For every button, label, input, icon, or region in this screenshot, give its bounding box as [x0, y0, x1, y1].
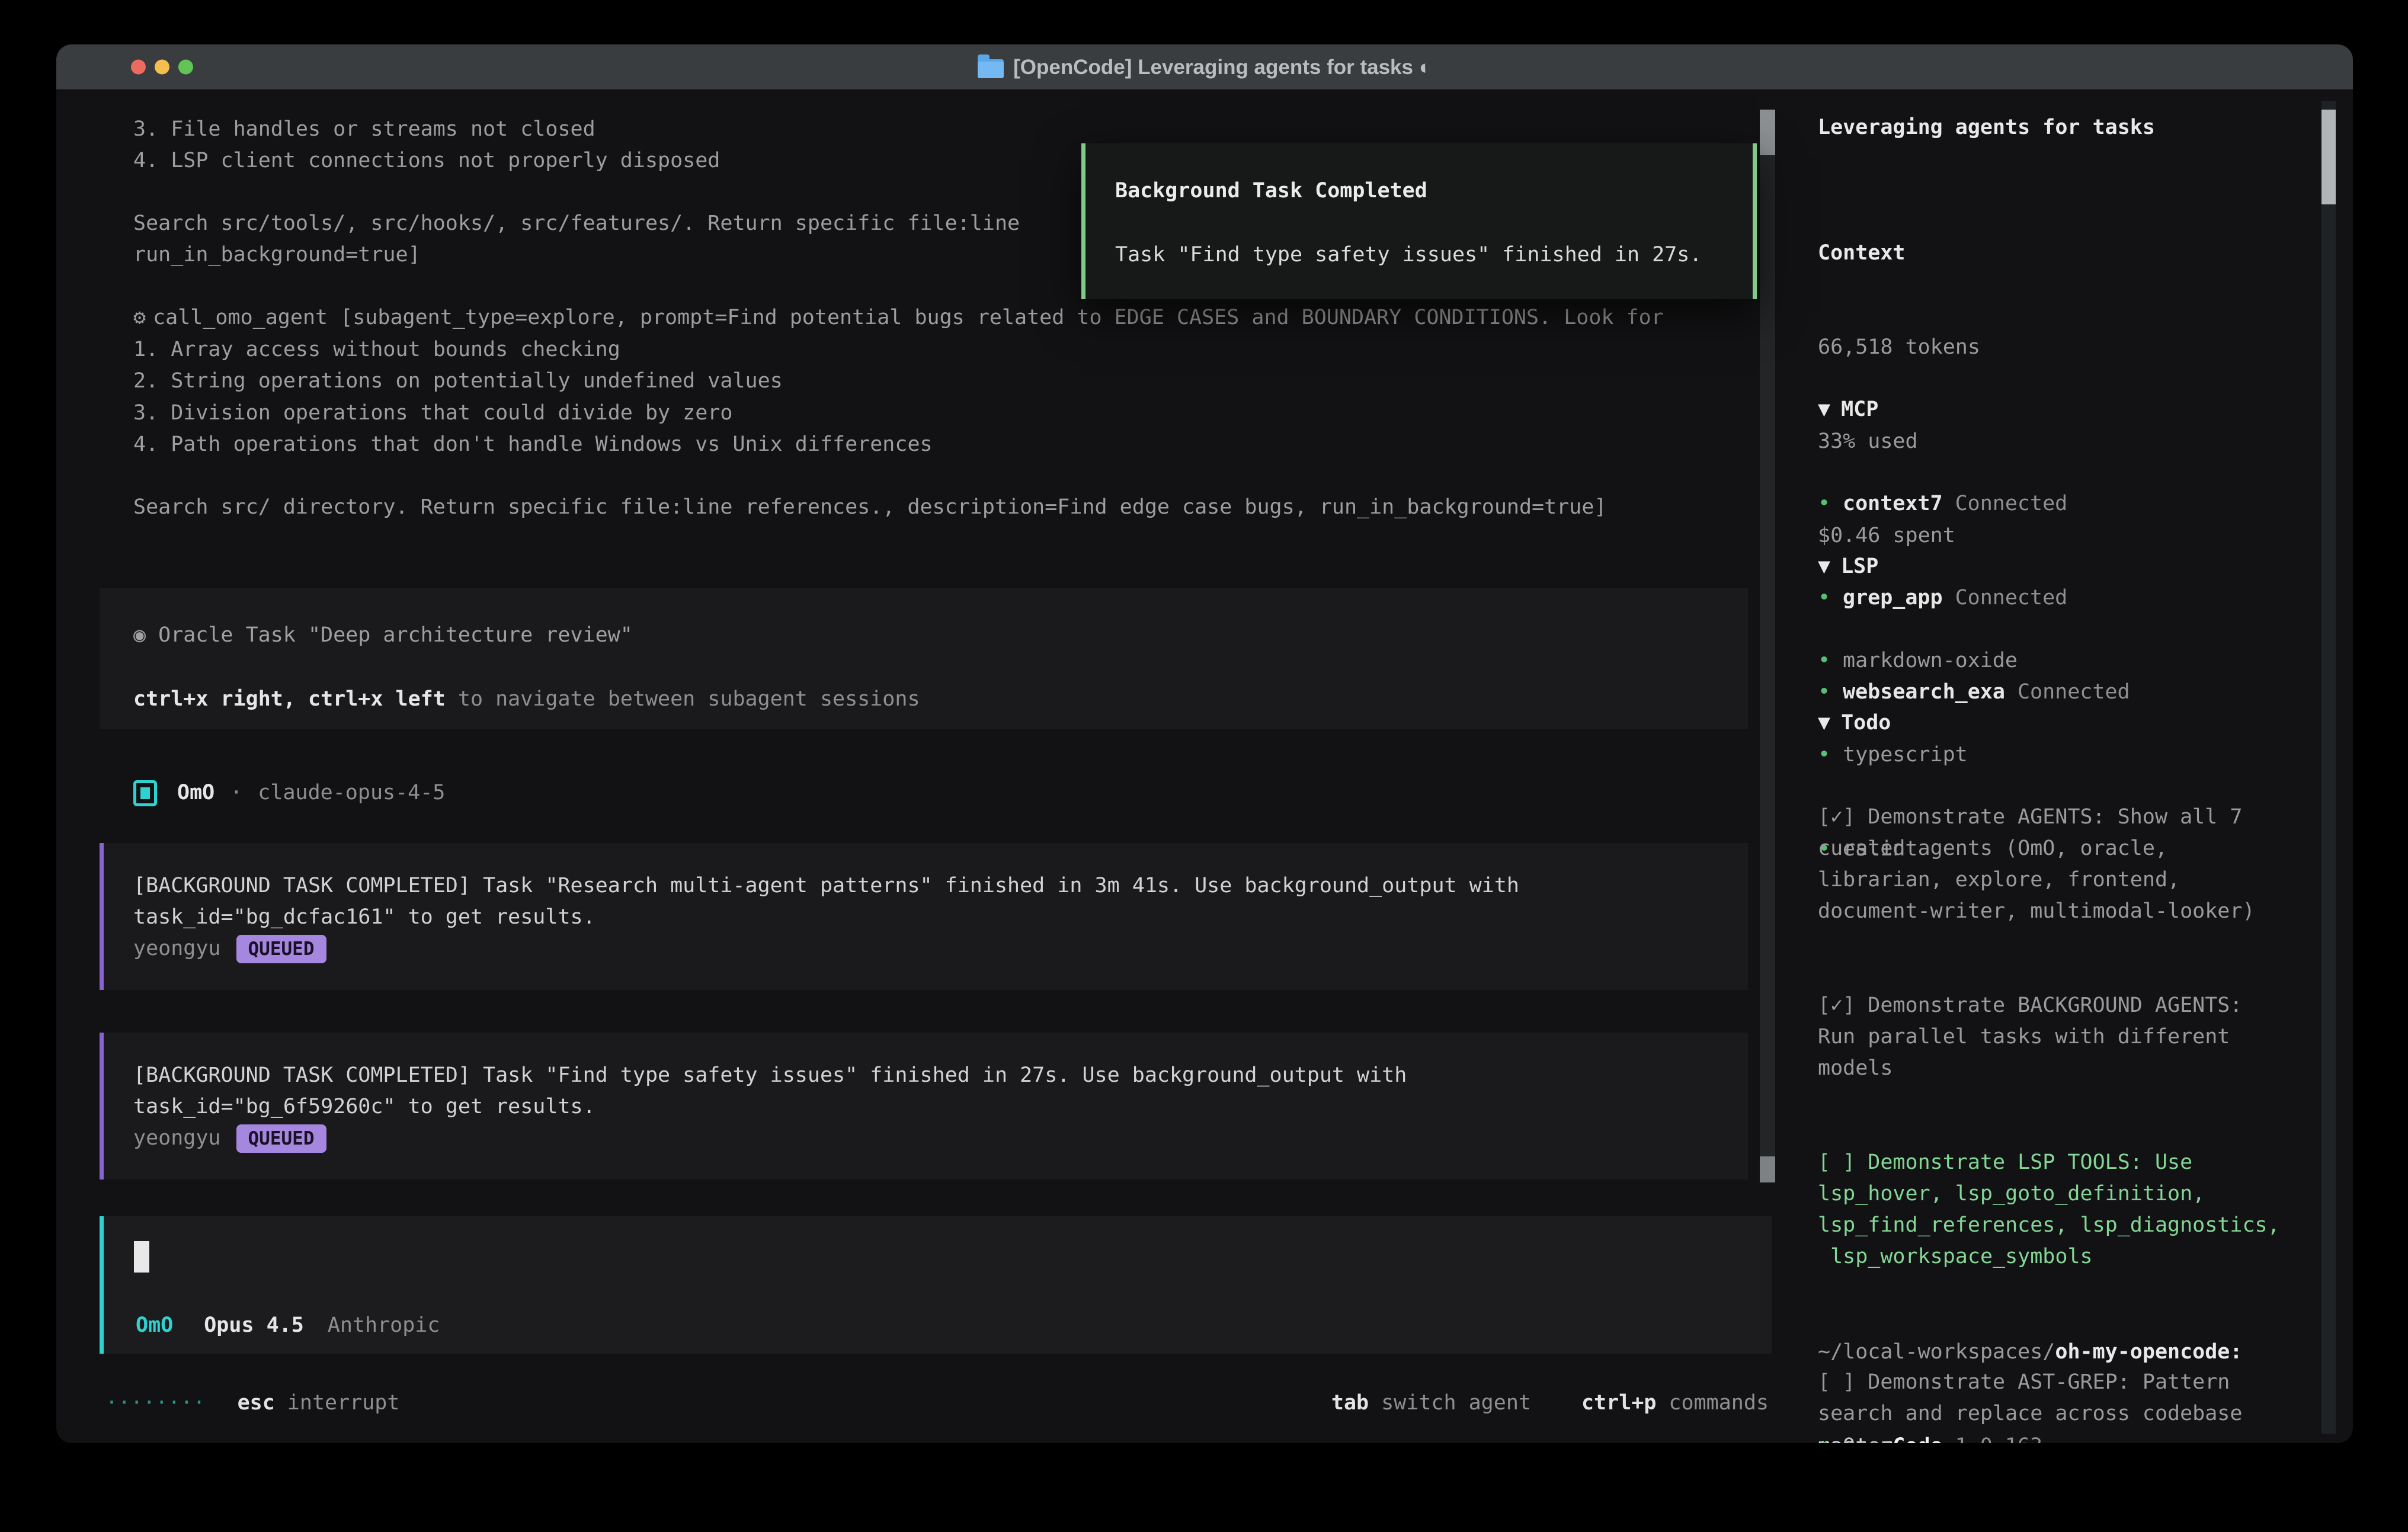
- queued-badge: QUEUED: [236, 1124, 326, 1153]
- prompt-input[interactable]: OmO Opus 4.5 Anthropic: [100, 1216, 1772, 1354]
- lsp-header[interactable]: ▼LSP: [1818, 551, 2304, 582]
- hint-text: to navigate between subagent sessions: [446, 687, 920, 711]
- tab-key-label: switch agent: [1381, 1387, 1531, 1419]
- oracle-task-hint: ctrl+x right, ctrl+x left to navigate be…: [133, 684, 920, 715]
- scrollback-line: 4. Path operations that don't handle Win…: [133, 429, 933, 460]
- task-meta: yeongyu QUEUED: [133, 1123, 326, 1154]
- oracle-task-panel: ◉Oracle Task "Deep architecture review" …: [100, 588, 1748, 729]
- esc-key-hint: esc: [238, 1387, 275, 1419]
- status-bar: ········ esc interrupt tab switch agent …: [105, 1387, 1770, 1419]
- sidebar-scrollbar-track: [2321, 101, 2336, 1434]
- workspace-path: ~/local-workspaces/: [1818, 1340, 2055, 1364]
- window-title: [OpenCode] Leveraging agents for tasks ◐: [1013, 52, 1432, 83]
- todo-item-active: [ ] Demonstrate LSP TOOLS: Use lsp_hover…: [1818, 1147, 2304, 1273]
- scrollback-line: 3. File handles or streams not closed: [133, 114, 595, 145]
- zoom-button[interactable]: [178, 60, 193, 75]
- version-info: •OpenCode 1.0.163: [1818, 1368, 2304, 1443]
- background-task-notification: Background Task Completed Task "Find typ…: [1081, 143, 1757, 299]
- todo-item-done: [✓] Demonstrate AGENTS: Show all 7 curat…: [1818, 802, 2304, 927]
- close-button[interactable]: [131, 60, 146, 75]
- scrollback-line: run_in_background=true]: [133, 239, 421, 271]
- window-titlebar: [OpenCode] Leveraging agents for tasks ◐: [56, 44, 2353, 91]
- scrollback-line: Search src/tools/, src/hooks/, src/featu…: [133, 208, 1020, 239]
- task-text: task_id="bg_dcfac161" to get results.: [133, 902, 595, 933]
- workspace-repo: oh-my-opencode:: [2055, 1340, 2242, 1364]
- ctrlp-key-hint: ctrl+p: [1581, 1387, 1656, 1419]
- tab-key-hint: tab: [1331, 1387, 1369, 1419]
- tool-call-text: call_omo_agent [subagent_type=explore, p…: [153, 306, 1664, 329]
- task-user: yeongyu: [133, 933, 221, 964]
- esc-key-label: interrupt: [287, 1387, 400, 1419]
- chevron-down-icon: ▼: [1818, 398, 1830, 421]
- oracle-task-title: ◉Oracle Task "Deep architecture review": [133, 620, 633, 651]
- folder-icon: [978, 59, 1004, 78]
- text-cursor: [134, 1241, 149, 1273]
- status-left: ········ esc interrupt: [105, 1387, 399, 1419]
- window-title-group: [OpenCode] Leveraging agents for tasks ◐: [978, 52, 1432, 83]
- task-meta: yeongyu QUEUED: [133, 933, 326, 964]
- task-user: yeongyu: [133, 1123, 221, 1154]
- session-title: Leveraging agents for tasks: [1818, 112, 2304, 143]
- tool-call-line: ⚙ call_omo_agent [subagent_type=explore, …: [133, 302, 1664, 334]
- input-model-name: Opus 4.5: [204, 1310, 304, 1341]
- hint-keys: ctrl+x right, ctrl+x left: [133, 687, 446, 711]
- scrollback-line: Search src/ directory. Return specific f…: [133, 492, 1606, 523]
- scrollback-line: 3. Division operations that could divide…: [133, 398, 732, 429]
- context-header: Context: [1818, 238, 2304, 269]
- status-right: tab switch agent ctrl+p commands: [1331, 1387, 1769, 1419]
- chevron-down-icon: ▼: [1818, 711, 1830, 735]
- scrollback-line: 1. Array access without bounds checking: [133, 334, 620, 366]
- gear-icon: ⚙: [133, 306, 146, 329]
- todo-header[interactable]: ▼Todo: [1818, 707, 2304, 739]
- notification-title: Background Task Completed: [1115, 175, 1427, 207]
- background-task-card: [BACKGROUND TASK COMPLETED] Task "Resear…: [100, 843, 1748, 990]
- bullet-icon: •: [1818, 1431, 1843, 1443]
- notification-body: Task "Find type safety issues" finished …: [1115, 239, 1702, 271]
- input-agent-name: OmO: [136, 1310, 173, 1341]
- task-text: task_id="bg_6f59260c" to get results.: [133, 1091, 595, 1123]
- scrollback-line: 2. String operations on potentially unde…: [133, 366, 783, 397]
- desktop: [OpenCode] Leveraging agents for tasks ◐…: [0, 0, 2408, 1532]
- separator-dot: ·: [230, 777, 242, 809]
- chevron-down-icon: ▼: [1818, 555, 1830, 578]
- main-scrollbar-track: [1760, 110, 1775, 1182]
- sidebar-scrollbar-thumb[interactable]: [2321, 110, 2336, 204]
- app-version: 1.0.163: [1955, 1431, 2043, 1443]
- input-provider-name: Anthropic: [328, 1310, 440, 1341]
- traffic-lights: [131, 60, 193, 75]
- agent-icon: [133, 780, 157, 806]
- fisheye-icon: ◉: [133, 623, 146, 647]
- ctrlp-key-label: commands: [1669, 1387, 1769, 1419]
- app-name-code: Code: [1893, 1431, 1942, 1443]
- main-scrollbar-thumb-bottom[interactable]: [1760, 1156, 1775, 1182]
- background-task-card: [BACKGROUND TASK COMPLETED] Task "Find t…: [100, 1033, 1748, 1180]
- opencode-terminal-window: [OpenCode] Leveraging agents for tasks ◐…: [56, 44, 2353, 1443]
- app-name-open: Open: [1843, 1431, 1893, 1443]
- model-row: OmO Opus 4.5 Anthropic: [136, 1310, 440, 1341]
- task-text: [BACKGROUND TASK COMPLETED] Task "Resear…: [133, 870, 1519, 902]
- scrollback-line: 4. LSP client connections not properly d…: [133, 145, 720, 177]
- mcp-header[interactable]: ▼MCP: [1818, 394, 2304, 425]
- minimize-button[interactable]: [155, 60, 169, 75]
- todo-item-done: [✓] Demonstrate BACKGROUND AGENTS: Run p…: [1818, 990, 2304, 1084]
- agent-header: OmO · claude-opus-4-5: [133, 777, 445, 809]
- task-text: [BACKGROUND TASK COMPLETED] Task "Find t…: [133, 1060, 1407, 1091]
- queued-badge: QUEUED: [236, 935, 326, 963]
- agent-model: claude-opus-4-5: [258, 777, 445, 809]
- spinner-dots-icon: ········: [105, 1387, 206, 1419]
- agent-name: OmO: [177, 777, 214, 809]
- main-scrollbar-thumb[interactable]: [1760, 110, 1775, 155]
